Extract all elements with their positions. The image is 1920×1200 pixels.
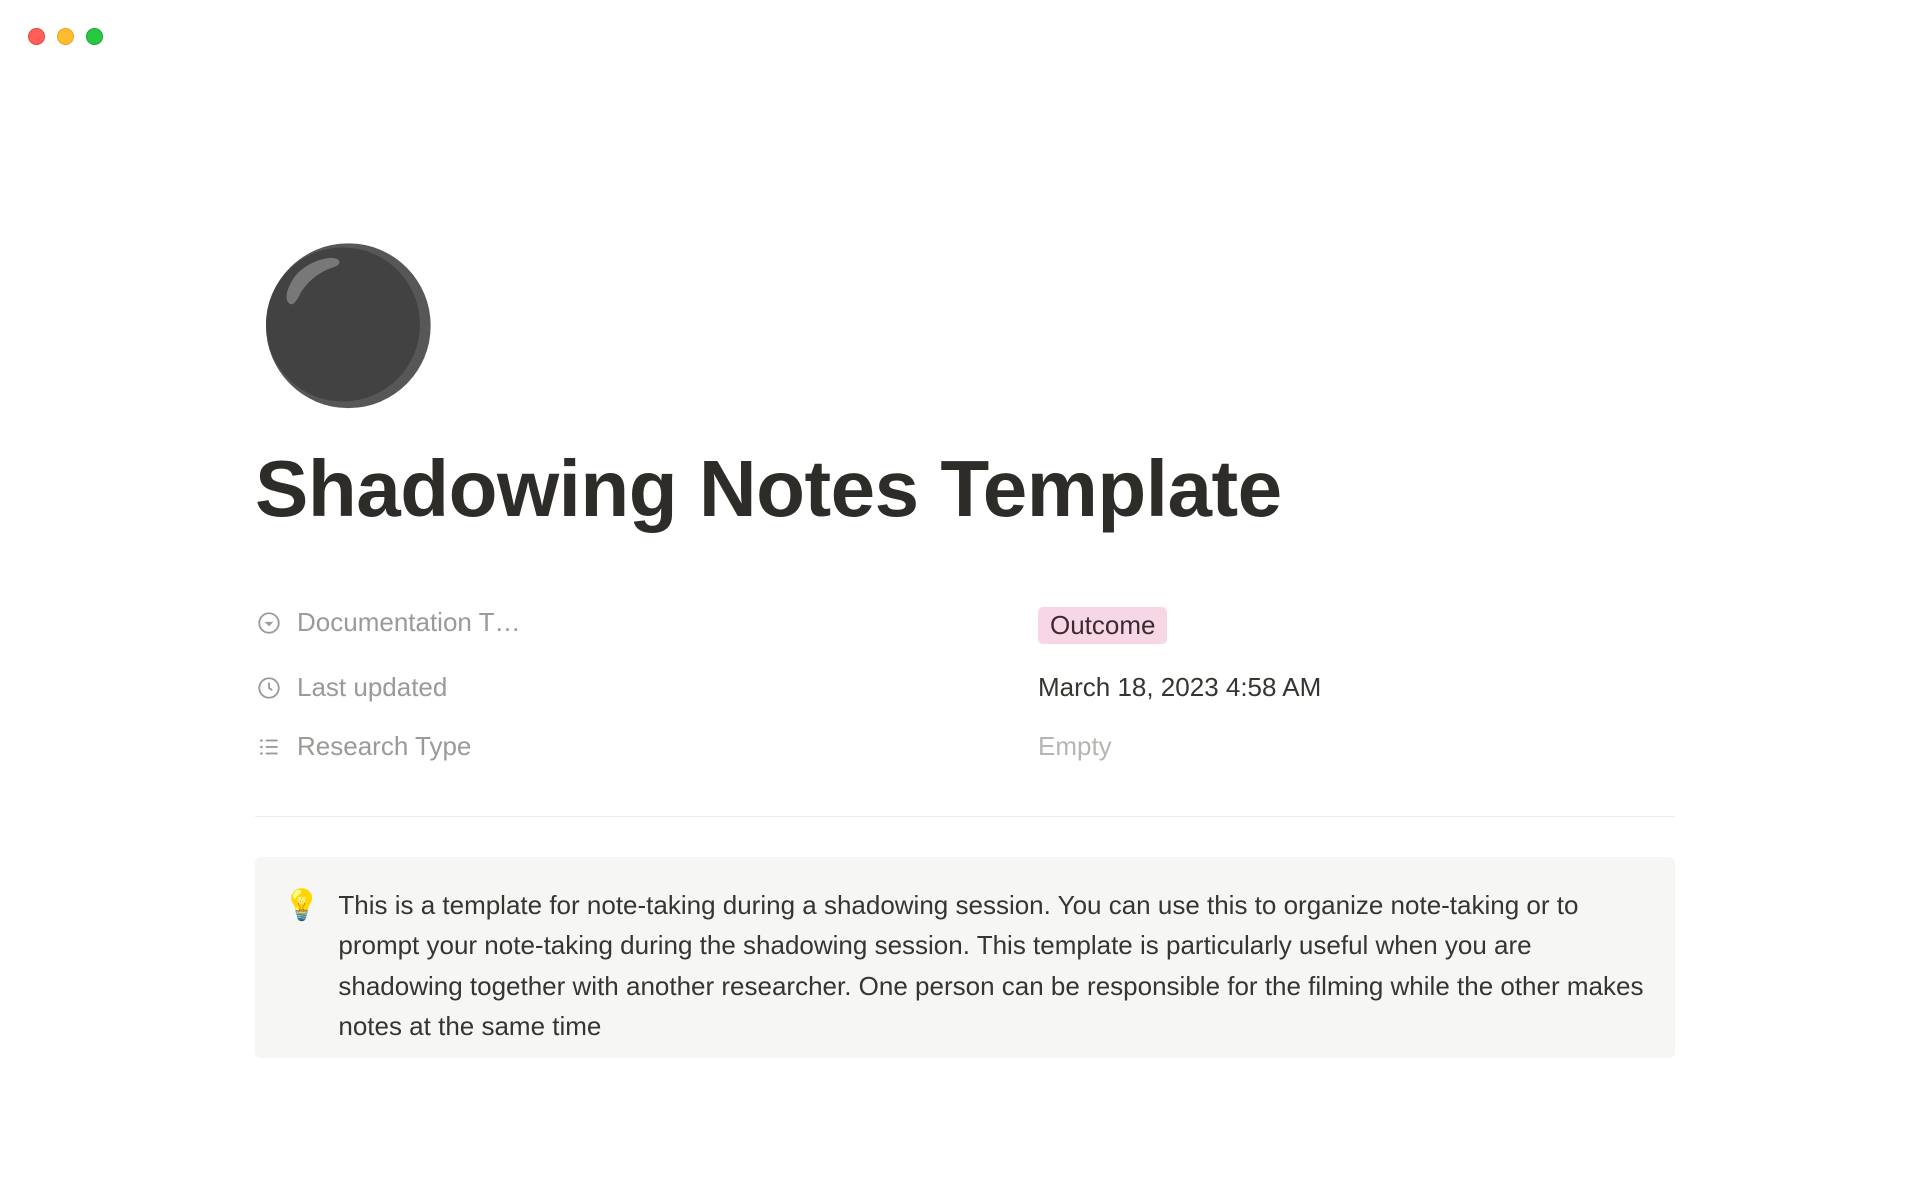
page-title[interactable]: Shadowing Notes Template xyxy=(255,445,1675,533)
property-row-last-updated[interactable]: Last updated March 18, 2023 4:58 AM xyxy=(255,658,1675,717)
maximize-window-button[interactable] xyxy=(86,28,103,45)
clock-icon xyxy=(255,675,283,701)
lightbulb-icon: 💡 xyxy=(283,885,320,1046)
property-value-tag[interactable]: Outcome xyxy=(1038,607,1168,644)
property-label: Last updated xyxy=(297,672,447,703)
property-label: Documentation T… xyxy=(297,607,521,638)
close-window-button[interactable] xyxy=(28,28,45,45)
property-value-date[interactable]: March 18, 2023 4:58 AM xyxy=(1038,672,1321,702)
page-icon[interactable]: ⚫ xyxy=(255,245,415,405)
property-row-research-type[interactable]: Research Type Empty xyxy=(255,717,1675,776)
list-icon xyxy=(255,734,283,760)
divider xyxy=(255,816,1675,817)
select-icon xyxy=(255,610,283,636)
property-label: Research Type xyxy=(297,731,471,762)
property-row-documentation-type[interactable]: Documentation T… Outcome xyxy=(255,593,1675,658)
callout-block[interactable]: 💡 This is a template for note-taking dur… xyxy=(255,857,1675,1058)
page-properties: Documentation T… Outcome Last updated xyxy=(255,593,1675,776)
minimize-window-button[interactable] xyxy=(57,28,74,45)
page-content: ⚫ Shadowing Notes Template Documentation… xyxy=(255,245,1675,1058)
window-traffic-lights xyxy=(28,28,103,45)
property-value-empty[interactable]: Empty xyxy=(1038,731,1112,761)
callout-text[interactable]: This is a template for note-taking durin… xyxy=(338,885,1647,1046)
